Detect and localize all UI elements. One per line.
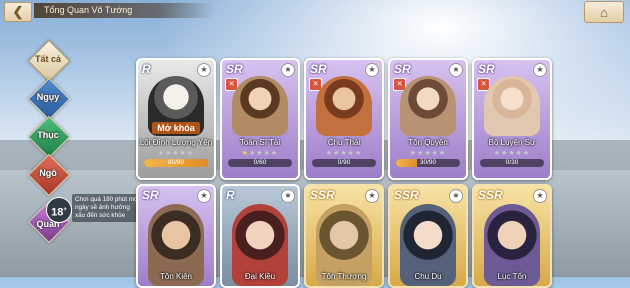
hero-card[interactable]: R ★ Mở khóa Lôi Đình Lượng Yên ★★★★★ 80/…	[136, 58, 216, 180]
age-rating-badge: 18+	[46, 197, 72, 223]
rarity-badge: SR	[226, 62, 243, 76]
faction-label: Tất cả	[34, 54, 61, 64]
info-icon: ★	[281, 189, 295, 203]
rarity-badge: SR	[142, 188, 159, 202]
info-icon: ★	[197, 63, 211, 77]
rarity-badge: SSR	[394, 188, 419, 202]
faction-tab-wu[interactable]: Ngô	[27, 153, 71, 198]
faction-label: Ngụy	[36, 92, 60, 102]
shard-progress: 80/80	[144, 159, 208, 167]
hero-card[interactable]: SSR ★ Lục Tốn	[472, 184, 552, 288]
shard-progress: 30/90	[396, 159, 460, 167]
hero-card[interactable]: SR ★ ✕ Toàn Sĩ Tài ★★★★★ 0/60	[220, 58, 300, 180]
info-icon: ★	[449, 63, 463, 77]
hero-portrait	[316, 76, 372, 136]
top-bar: ❮ Tổng Quan Võ Tướng ⌂	[0, 0, 630, 23]
info-icon: ★	[533, 189, 547, 203]
age-rating-notice: Chơi quá 180 phút một ngày sẽ ảnh hưởng …	[72, 194, 144, 222]
info-icon: ★	[365, 189, 379, 203]
star-rating: ★★★★★	[325, 150, 363, 157]
rarity-badge: SR	[478, 62, 495, 76]
hero-portrait	[484, 76, 540, 136]
star-rating: ★★★★★	[241, 150, 279, 157]
star-rating: ★★★★★	[409, 150, 447, 157]
faction-label: Ngô	[39, 168, 57, 178]
faction-label: Thục	[37, 130, 59, 140]
shard-progress: 0/90	[312, 159, 376, 167]
hero-card[interactable]: SR ★ ✕ Bộ Luyện Sư ★★★★★ 0/30	[472, 58, 552, 180]
rarity-badge: SSR	[310, 188, 335, 202]
shard-progress: 0/60	[228, 159, 292, 167]
hero-card[interactable]: SSR ★ Chu Du	[388, 184, 468, 288]
rarity-badge: SR	[394, 62, 411, 76]
hero-portrait	[400, 76, 456, 136]
hero-name: Tôn Quyền	[408, 138, 448, 147]
hero-name: Bộ Luyện Sư	[488, 138, 536, 147]
back-button[interactable]: ❮	[4, 2, 32, 22]
info-icon: ★	[449, 189, 463, 203]
hero-name: Toàn Sĩ Tài	[239, 138, 281, 147]
hero-card[interactable]: R ★ Đại Kiều	[220, 184, 300, 288]
shard-progress: 0/30	[480, 159, 544, 167]
info-icon: ★	[533, 63, 547, 77]
hero-name: Chu Thái	[327, 138, 361, 147]
home-icon: ⌂	[600, 4, 608, 20]
info-icon: ★	[197, 189, 211, 203]
hero-portrait	[232, 76, 288, 136]
unlock-label: Mở khóa	[152, 122, 200, 134]
info-icon: ★	[365, 63, 379, 77]
star-rating: ★★★★★	[157, 150, 195, 157]
hero-card[interactable]: SR ★ Tôn Kiên	[136, 184, 216, 288]
rarity-badge: R	[142, 62, 151, 76]
home-button[interactable]: ⌂	[584, 1, 624, 23]
hero-name: Lôi Đình Lượng Yên	[139, 138, 213, 147]
rarity-badge: R	[226, 188, 235, 202]
hero-card[interactable]: SR ★ ✕ Tôn Quyền ★★★★★ 30/90	[388, 58, 468, 180]
back-arrow-icon: ❮	[12, 4, 24, 19]
page-title: Tổng Quan Võ Tướng	[34, 3, 214, 18]
info-icon: ★	[281, 63, 295, 77]
rarity-badge: SR	[310, 62, 327, 76]
hero-card[interactable]: SSR ★ Tôn Thượng	[304, 184, 384, 288]
rarity-badge: SSR	[478, 188, 503, 202]
hero-card[interactable]: SR ★ ✕ Chu Thái ★★★★★ 0/90	[304, 58, 384, 180]
star-rating: ★★★★★	[493, 150, 531, 157]
